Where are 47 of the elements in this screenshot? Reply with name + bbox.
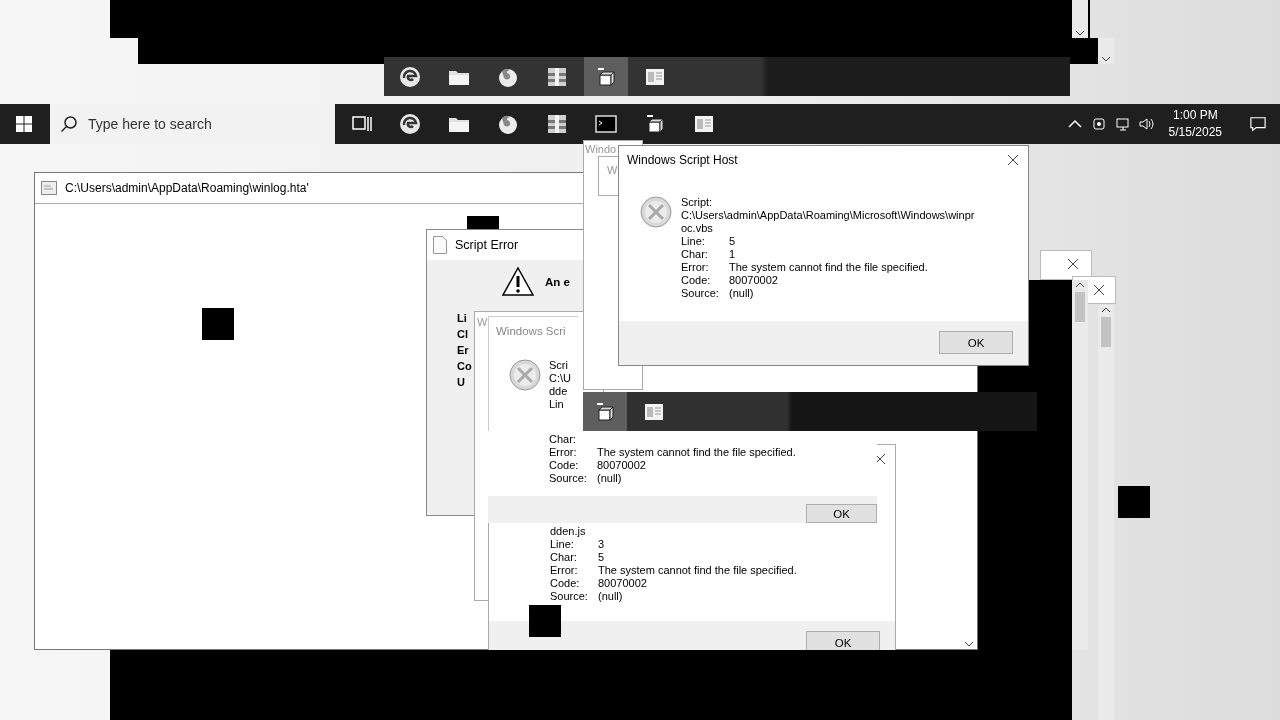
dialog-title: Windows Scri: [495, 324, 567, 337]
message-text: Lin: [549, 398, 565, 411]
message-text: oc.vbs: [681, 222, 714, 235]
field-label: Code:: [681, 274, 712, 287]
field-value: 80070002: [598, 577, 648, 590]
message-text: Script:: [681, 196, 714, 209]
message-text: Scri: [549, 359, 569, 372]
field-label: Line:: [550, 538, 575, 551]
message-text: Char:: [549, 433, 577, 446]
field-value: 1: [729, 248, 737, 261]
field-value: (null): [729, 287, 755, 300]
message-text: C:\Users\admin\AppData\Roaming\Microsoft\Windows\winpr: [681, 209, 975, 222]
field-label: Line:: [681, 235, 706, 248]
field-value: 80070002: [729, 274, 779, 287]
field-label: U: [457, 376, 465, 388]
field-value: (null): [598, 590, 624, 603]
message-text: C:\U: [549, 372, 571, 385]
field-value: 3: [598, 538, 606, 551]
field-value: The system cannot find the file specified.: [598, 564, 797, 577]
field-label: Error:: [681, 261, 710, 274]
field-value: (null): [597, 472, 623, 485]
field-label: Source:: [681, 287, 720, 300]
field-value: 5: [598, 551, 606, 564]
field-label: Code:: [550, 577, 581, 590]
field-label: Cl: [457, 328, 468, 340]
field-label: Char:: [681, 248, 709, 261]
message-text: dde: [549, 385, 569, 398]
dialog-title: Script Error: [455, 238, 519, 252]
field-value: The system cannot find the file specified.: [597, 446, 796, 459]
field-value: 80070002: [597, 459, 647, 472]
field-label: Code:: [549, 459, 580, 472]
message-text: dden.js: [550, 525, 587, 538]
field-value: The system cannot find the file specified.: [729, 261, 929, 274]
field-label: Li: [457, 312, 467, 324]
field-label: Source:: [549, 472, 588, 485]
field-label: Co: [457, 360, 472, 372]
field-label: Char:: [550, 551, 578, 564]
message-text: An e: [545, 276, 570, 288]
field-label: Source:: [550, 590, 589, 603]
field-label: Error:: [549, 446, 578, 459]
field-value: 5: [729, 235, 737, 248]
window-title: Windo: [584, 142, 618, 155]
search-placeholder: Type here to search: [88, 116, 212, 132]
window-title: C:\Users\admin\AppData\Roaming\winlog.hta': [65, 181, 309, 195]
field-label: Error:: [550, 564, 579, 577]
dialog-title: Windows Script Host: [627, 153, 738, 167]
field-label: Er: [457, 344, 469, 356]
